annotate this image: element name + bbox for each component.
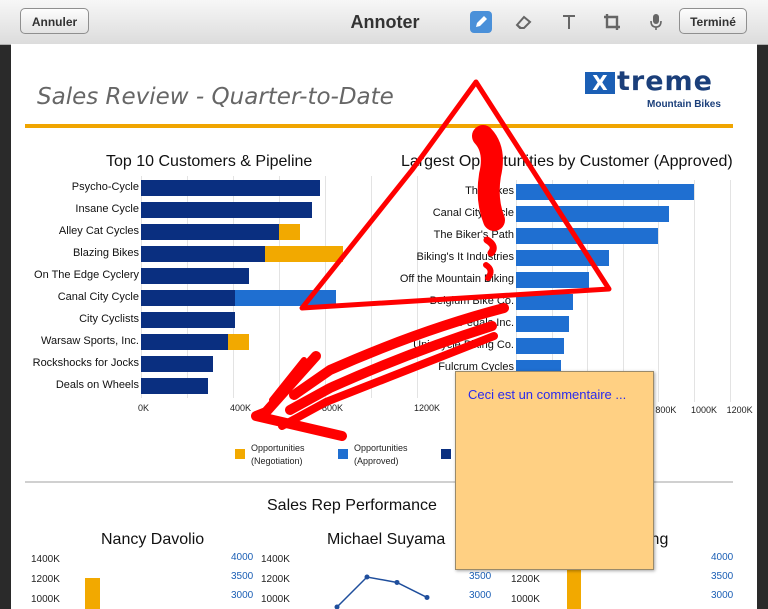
crop-icon[interactable]	[601, 11, 623, 33]
legend-swatch	[235, 449, 245, 459]
bar	[279, 224, 300, 240]
bar	[141, 268, 250, 284]
chart1-title: Top 10 Customers & Pipeline	[106, 153, 313, 170]
category-label: Canal City Cycle	[57, 291, 139, 303]
category-label: Psycho-Cycle	[71, 181, 139, 193]
category-label: Rockshocks for Jocks	[32, 357, 139, 369]
left-axis-tick: 1200K	[31, 574, 60, 585]
bar	[228, 334, 250, 350]
left-axis-tick: 1400K	[261, 554, 290, 565]
bar	[265, 246, 344, 262]
x-tick-label: 1200K	[414, 403, 441, 413]
right-axis-tick: 3000	[711, 590, 734, 601]
toolbar-title: Annoter	[350, 12, 420, 32]
right-axis-tick: 3500	[711, 571, 734, 582]
bar	[516, 206, 670, 222]
legend-label: Opportunities (Approved)	[354, 443, 408, 466]
logo-wordmark: treme	[617, 66, 713, 97]
rep-name: Nancy Davolio	[101, 531, 205, 548]
report-title: Sales Review - Quarter-to-Date	[37, 84, 394, 110]
category-label: The Bikes	[465, 185, 514, 197]
bar	[141, 224, 279, 240]
title-rule	[25, 124, 733, 128]
bar	[141, 202, 313, 218]
line-point	[394, 579, 400, 585]
bar	[516, 316, 570, 332]
bar	[516, 272, 589, 288]
section-title: Sales Rep Performance	[267, 497, 437, 514]
legend-label: Opportunities (Negotiation)	[251, 443, 305, 466]
left-axis-tick: 1000K	[511, 594, 540, 605]
legend-swatch	[441, 449, 451, 459]
bar	[141, 246, 266, 262]
category-label: City Cyclists	[79, 313, 139, 325]
gridline	[694, 180, 695, 402]
right-axis-tick: 3500	[231, 571, 254, 582]
bar	[85, 578, 100, 609]
category-label: Insane Cycle	[75, 203, 139, 215]
category-label: Pedals Inc.	[459, 317, 514, 329]
pencil-icon[interactable]	[470, 11, 492, 33]
x-tick-label: 1200K	[726, 405, 753, 415]
cancel-button[interactable]: Annuler	[20, 8, 89, 34]
category-label: On The Edge Cyclery	[34, 269, 139, 281]
bar	[141, 180, 321, 196]
bar	[141, 312, 236, 328]
right-axis-tick: 4000	[231, 552, 254, 563]
legend-swatch	[338, 449, 348, 459]
comment-note[interactable]: Ceci est un commentaire ...	[455, 371, 654, 570]
category-label: Biking's It Industries	[416, 251, 514, 263]
x-tick-label: 800K	[655, 405, 677, 415]
right-axis-tick: 3000	[469, 590, 492, 601]
category-label: Deals on Wheels	[55, 379, 139, 391]
bar	[141, 356, 214, 372]
x-tick-label: 400K	[230, 403, 252, 413]
bar	[141, 378, 208, 394]
left-axis-tick: 1200K	[511, 574, 540, 585]
eraser-icon[interactable]	[513, 11, 535, 33]
chart2-title: Largest Opportunities by Customer (Appro…	[401, 153, 733, 170]
category-label: Uni-Cycle Biking Co.	[413, 339, 514, 351]
category-label: Off the Mountain Biking	[399, 273, 514, 285]
x-tick-label: 1000K	[691, 405, 718, 415]
left-axis-tick: 1000K	[261, 594, 290, 605]
category-label: Belgium Bike Co.	[429, 295, 514, 307]
right-axis-tick: 3000	[231, 590, 254, 601]
logo-subtitle: Mountain Bikes	[647, 99, 721, 110]
michael-line-chart	[334, 574, 430, 609]
bar	[516, 228, 659, 244]
category-label: Blazing Bikes	[72, 247, 139, 259]
left-axis-tick: 1400K	[31, 554, 60, 565]
bar	[567, 569, 581, 609]
right-axis-tick: 4000	[711, 552, 734, 563]
bar	[235, 290, 337, 306]
rep-name: Michael Suyama	[327, 531, 446, 548]
left-axis-tick: 1000K	[31, 594, 60, 605]
category-label: The Biker's Path	[433, 229, 514, 241]
text-icon[interactable]	[558, 11, 580, 33]
annotation-toolbar: Annuler Annoter Terminé	[0, 0, 768, 45]
michael-line	[336, 576, 428, 608]
left-axis-tick: 1200K	[261, 574, 290, 585]
gridline	[729, 180, 731, 402]
bar	[516, 250, 609, 266]
line-point	[364, 574, 370, 580]
category-label: Alley Cat Cycles	[58, 225, 139, 237]
bar	[516, 294, 573, 310]
x-tick-label: 800K	[322, 403, 344, 413]
microphone-icon[interactable]	[645, 11, 667, 33]
bar	[516, 338, 565, 354]
right-axis-tick: 3500	[469, 571, 492, 582]
logo-mark: X	[585, 72, 615, 94]
gridline	[325, 176, 326, 398]
comment-text: Ceci est un commentaire ...	[468, 387, 627, 402]
bar	[516, 184, 694, 200]
bar	[141, 290, 236, 306]
x-tick-label: 0K	[138, 403, 150, 413]
category-label: Canal City Cycle	[432, 207, 514, 219]
category-label: Warsaw Sports, Inc.	[40, 335, 139, 347]
line-point	[424, 594, 430, 600]
bar	[141, 334, 229, 350]
done-button[interactable]: Terminé	[679, 8, 747, 34]
